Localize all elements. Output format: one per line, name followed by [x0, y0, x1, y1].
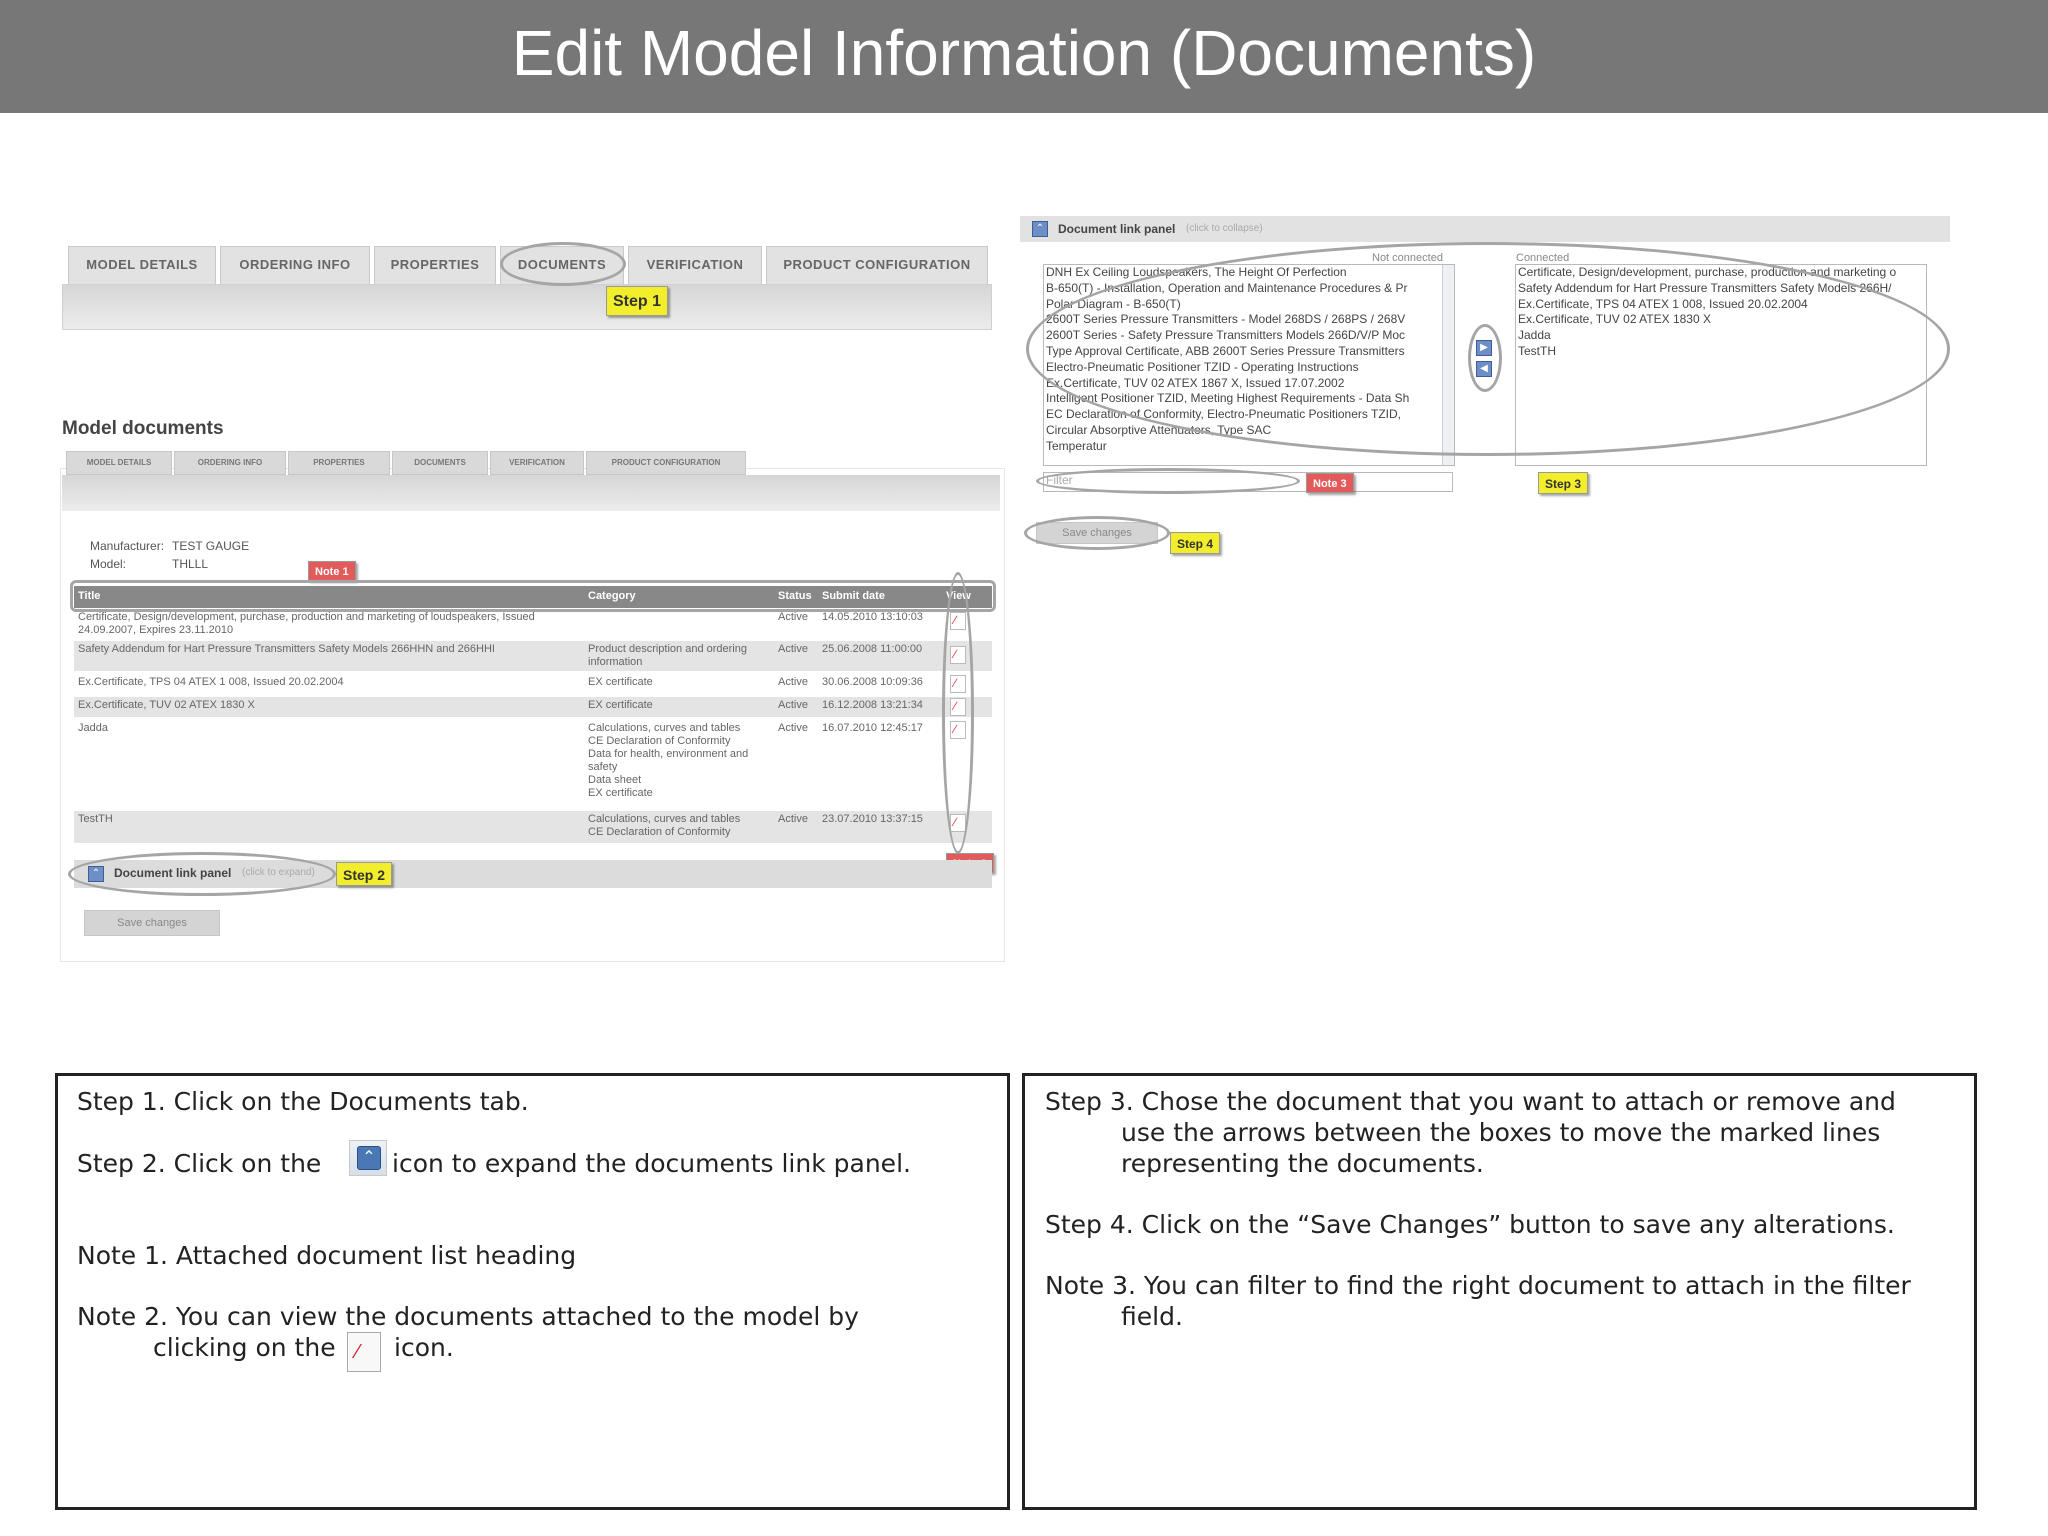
instruction-note-3-line2: field.	[1121, 1302, 1183, 1331]
manufacturer-label: Manufacturer:	[90, 539, 165, 553]
tab-properties[interactable]: PROPERTIES	[374, 246, 496, 286]
instruction-note-2-line2-end: icon.	[394, 1333, 454, 1362]
instruction-step-2-end: icon to expand the documents link panel.	[392, 1149, 911, 1178]
link-panel-collapse-hint: (click to collapse)	[1186, 223, 1263, 234]
subtab-model-details[interactable]: MODEL DETAILS	[66, 451, 172, 475]
table-row: Safety Addendum for Hart Pressure Transm…	[74, 641, 992, 671]
subtab-properties[interactable]: PROPERTIES	[288, 451, 390, 475]
table-row: TestTH Calculations, curves and tables C…	[74, 811, 992, 843]
highlight-list-boxes	[1026, 242, 1950, 456]
highlight-link-panel	[68, 852, 336, 896]
instruction-note-3-line1: Note 3. You can filter to find the right…	[1045, 1271, 1911, 1300]
highlight-filter	[1036, 468, 1300, 494]
table-row: Ex.Certificate, TPS 04 ATEX 1 008, Issue…	[74, 674, 992, 694]
callout-step-2: Step 2	[336, 862, 393, 886]
expand-panel-icon: ⌃	[349, 1140, 387, 1176]
table-row: Jadda Calculations, curves and tables CE…	[74, 720, 992, 808]
tab-ordering-info[interactable]: ORDERING INFO	[220, 246, 370, 286]
instruction-step-2-start: Step 2. Click on the	[77, 1149, 322, 1178]
instructions-left	[55, 1073, 1010, 1510]
instruction-note-2-line2-start: clicking on the	[153, 1333, 336, 1362]
instruction-note-1: Note 1. Attached document list heading	[77, 1241, 577, 1270]
instruction-note-2-line1: Note 2. You can view the documents attac…	[77, 1302, 859, 1331]
page-title: Edit Model Information (Documents)	[511, 17, 1537, 89]
tab-verification[interactable]: VERIFICATION	[628, 246, 762, 286]
model-documents-heading: Model documents	[62, 418, 224, 439]
subtab-ordering-info[interactable]: ORDERING INFO	[174, 451, 286, 475]
tab-product-configuration[interactable]: PRODUCT CONFIGURATION	[766, 246, 988, 286]
highlight-save-button	[1024, 516, 1170, 550]
model-value: THLLL	[172, 557, 209, 571]
tab-strip	[62, 284, 992, 330]
subtab-verification[interactable]: VERIFICATION	[490, 451, 584, 475]
callout-step-4: Step 4	[1170, 532, 1221, 554]
highlight-ellipse-documents-tab	[500, 242, 626, 286]
callout-step-3: Step 3	[1538, 472, 1589, 494]
table-row: Ex.Certificate, TUV 02 ATEX 1830 X EX ce…	[74, 697, 992, 717]
subtab-documents[interactable]: DOCUMENTS	[392, 451, 488, 475]
callout-step-1: Step 1	[606, 286, 669, 316]
manufacturer-value: TEST GAUGE	[172, 539, 250, 553]
instruction-step-1: Step 1. Click on the Documents tab.	[77, 1087, 529, 1116]
instruction-step-3-line1: Step 3. Chose the document that you want…	[1045, 1087, 1896, 1116]
callout-note-1: Note 1	[308, 561, 356, 581]
link-panel-title: Document link panel	[1058, 222, 1176, 236]
table-row: Certificate, Design/development, purchas…	[74, 609, 992, 639]
highlight-table-header	[70, 580, 996, 612]
instruction-step-3-line3: representing the documents.	[1121, 1149, 1484, 1178]
save-changes-button[interactable]: Save changes	[84, 910, 220, 936]
callout-note-3: Note 3	[1306, 473, 1354, 493]
subtab-product-configuration[interactable]: PRODUCT CONFIGURATION	[586, 451, 746, 475]
subtab-strip	[62, 475, 1000, 511]
model-label: Model:	[90, 557, 127, 571]
collapse-panel-icon[interactable]: ⌃	[1032, 221, 1048, 237]
instruction-step-4: Step 4. Click on the “Save Changes” butt…	[1045, 1210, 1895, 1239]
instruction-step-3-line2: use the arrows between the boxes to move…	[1121, 1118, 1881, 1147]
tab-model-details[interactable]: MODEL DETAILS	[68, 246, 216, 286]
highlight-view-column	[942, 572, 974, 854]
pdf-icon: ⁄	[347, 1332, 381, 1372]
